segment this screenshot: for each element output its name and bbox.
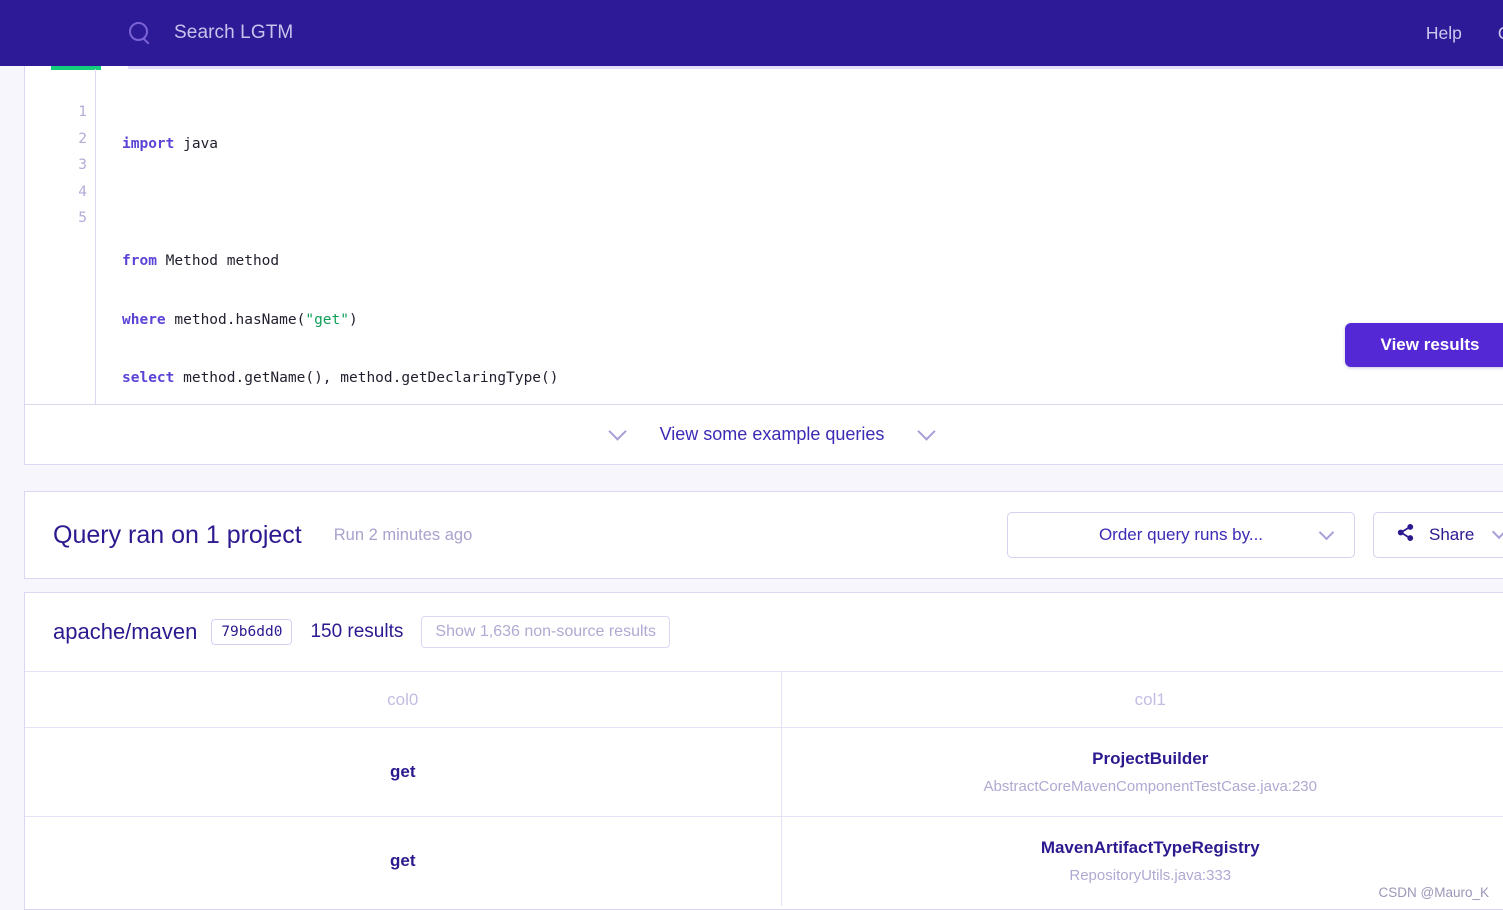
chevron-down-icon[interactable] [1318, 524, 1335, 540]
results-table-body: get ProjectBuilder AbstractCoreMavenComp… [25, 727, 1503, 906]
code-token-keyword: select [122, 370, 175, 386]
table-cell-col0: get [25, 727, 782, 817]
run-timestamp: Run 2 minutes ago [333, 525, 473, 544]
code-token-keyword: where [122, 311, 166, 328]
column-header-col1[interactable]: col1 [781, 671, 1503, 728]
code-content[interactable]: import java from Method method where met… [96, 69, 1503, 404]
table-header-row: col0 col1 [25, 671, 1503, 728]
code-token-plain: method.getName(), method.getDeclaringTyp… [174, 370, 559, 386]
share-button[interactable]: Share [1373, 512, 1503, 558]
code-token-plain: Method method [156, 253, 280, 269]
share-button-label: Share [1429, 525, 1475, 544]
code-token-keyword: import [122, 136, 175, 152]
line-number: 1 [78, 104, 87, 120]
line-number: 3 [78, 157, 87, 173]
code-token-plain: ) [349, 311, 358, 328]
project-summary-row: apache/maven 79b6dd0 150 results Show 1,… [25, 593, 1503, 671]
view-results-button[interactable]: View results [1345, 323, 1503, 367]
query-run-summary: Query ran on 1 project Run 2 minutes ago… [24, 491, 1503, 579]
cell-primary-text[interactable]: get [25, 851, 781, 871]
summary-controls: Order query runs by... Share [1007, 512, 1503, 558]
search-icon[interactable] [127, 20, 153, 46]
cell-primary-text[interactable]: ProjectBuilder [782, 749, 1503, 769]
code-token-plain: method.hasName( [165, 311, 306, 328]
commit-hash-badge[interactable]: 79b6dd0 [211, 618, 293, 646]
share-icon [1396, 523, 1415, 547]
code-token-keyword: from [122, 253, 157, 269]
code-line[interactable]: from Method method [122, 248, 1503, 275]
top-nav-links: Help Que [1408, 0, 1503, 66]
results-table: col0 col1 get ProjectBuilder AbstractCor… [25, 671, 1503, 906]
search-input[interactable]: Search LGTM [174, 22, 293, 44]
code-line[interactable] [122, 190, 1503, 217]
code-editor[interactable]: 1 2 3 4 5 import java from Method method… [25, 69, 1503, 404]
results-table-head: col0 col1 [25, 671, 1503, 728]
global-search[interactable]: Search LGTM [127, 13, 293, 53]
watermark: CSDN @Mauro_K [1378, 885, 1490, 900]
line-number: 2 [78, 130, 87, 147]
code-token-string: "get" [305, 311, 349, 328]
result-count: 150 results [310, 621, 404, 642]
example-queries-label: View some example queries [659, 424, 885, 444]
page-title: Query ran on 1 project [53, 520, 302, 549]
table-cell-col0: get [25, 816, 782, 906]
cell-source-location[interactable]: AbstractCoreMavenComponentTestCase.java:… [782, 778, 1503, 795]
table-row: get ProjectBuilder AbstractCoreMavenComp… [25, 727, 1503, 817]
line-number: 4 [78, 183, 87, 200]
order-query-runs-select[interactable]: Order query runs by... [1007, 512, 1355, 558]
code-token-plain: java [174, 136, 219, 152]
cell-primary-text[interactable]: MavenArtifactTypeRegistry [782, 838, 1503, 858]
code-line[interactable]: select method.getName(), method.getDecla… [122, 365, 1503, 392]
table-row: get MavenArtifactTypeRegistry Repository… [25, 816, 1503, 906]
example-queries-toggle[interactable]: View some example queries [24, 404, 1503, 465]
nav-item-queries[interactable]: Que [1480, 23, 1503, 44]
code-line[interactable]: where method.hasName("get") [122, 307, 1503, 334]
example-queries-inner: View some example queries [607, 422, 937, 445]
chevron-down-icon[interactable] [607, 422, 627, 441]
cell-primary-text[interactable]: get [25, 762, 781, 782]
chevron-down-icon[interactable] [1492, 524, 1503, 540]
column-header-col0[interactable]: col0 [25, 671, 782, 728]
nav-item-help[interactable]: Help [1408, 23, 1480, 44]
order-query-runs-label: Order query runs by... [1098, 525, 1264, 544]
chevron-down-icon[interactable] [917, 422, 937, 441]
cell-source-location[interactable]: RepositoryUtils.java:333 [782, 867, 1503, 884]
line-number-gutter: 1 2 3 4 5 [25, 69, 95, 404]
top-navigation-bar: Search LGTM Help Que [0, 0, 1503, 66]
project-results-panel: apache/maven 79b6dd0 150 results Show 1,… [24, 592, 1503, 910]
table-cell-col1: ProjectBuilder AbstractCoreMavenComponen… [781, 727, 1503, 817]
code-line[interactable]: import java [122, 131, 1503, 158]
show-non-source-results-button[interactable]: Show 1,636 non-source results [421, 616, 670, 648]
line-number: 5 [78, 210, 87, 226]
query-editor-panel: 1 2 3 4 5 import java from Method method… [24, 63, 1503, 405]
project-name[interactable]: apache/maven [53, 619, 197, 645]
